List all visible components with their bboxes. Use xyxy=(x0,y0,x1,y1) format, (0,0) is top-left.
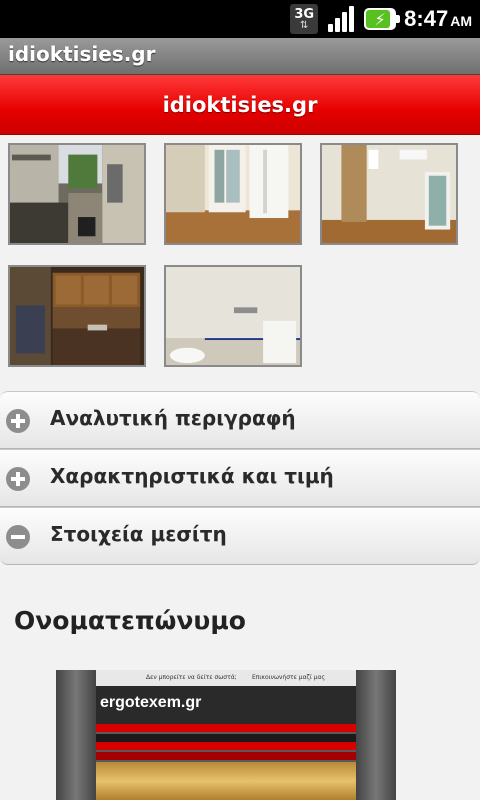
section-label: Στοιχεία μεσίτη xyxy=(50,522,227,546)
agent-name-heading: Ονοματεπώνυμο xyxy=(14,606,246,635)
preview-logo: ergotexem.gr xyxy=(100,694,202,711)
section-agent-details[interactable]: Στοιχεία μεσίτη xyxy=(0,507,480,565)
minus-icon xyxy=(6,525,30,549)
preview-top-text-left: Δεν μπορείτε να δείτε σωστά; xyxy=(146,674,237,681)
gallery-photo-2[interactable] xyxy=(164,143,302,245)
section-label: Χαρακτηριστικά και τιμή xyxy=(50,464,334,488)
plus-icon xyxy=(6,409,30,433)
site-header-title: idioktisies.gr xyxy=(162,92,318,117)
gallery-photo-5[interactable] xyxy=(164,265,302,367)
clock-ampm: AM xyxy=(450,13,472,29)
network-3g-icon: 3G ⇅ xyxy=(290,4,319,34)
gallery-photo-3[interactable] xyxy=(320,143,458,245)
status-bar: 3G ⇅ ⚡ 8:47 AM xyxy=(0,0,480,38)
site-header: idioktisies.gr xyxy=(0,75,480,135)
section-label: Αναλυτική περιγραφή xyxy=(50,406,296,430)
app-title: idioktisies.gr xyxy=(8,42,156,66)
agent-website-preview[interactable]: Δεν μπορείτε να δείτε σωστά; Επικοινωνήσ… xyxy=(56,670,396,800)
clock-time: 8:47 xyxy=(404,6,449,31)
section-detailed-description[interactable]: Αναλυτική περιγραφή xyxy=(0,391,480,449)
plus-icon xyxy=(6,467,30,491)
app-title-bar: idioktisies.gr xyxy=(0,38,480,75)
signal-strength-icon xyxy=(326,4,356,34)
battery-charging-icon: ⚡ xyxy=(364,8,401,30)
section-features-and-price[interactable]: Χαρακτηριστικά και τιμή xyxy=(0,449,480,507)
preview-top-text-right: Επικοινωνήστε μαζί μας xyxy=(252,674,326,681)
gallery-photo-4[interactable] xyxy=(8,265,146,367)
gallery-photo-1[interactable] xyxy=(8,143,146,245)
clock: 8:47 AM xyxy=(404,6,472,32)
